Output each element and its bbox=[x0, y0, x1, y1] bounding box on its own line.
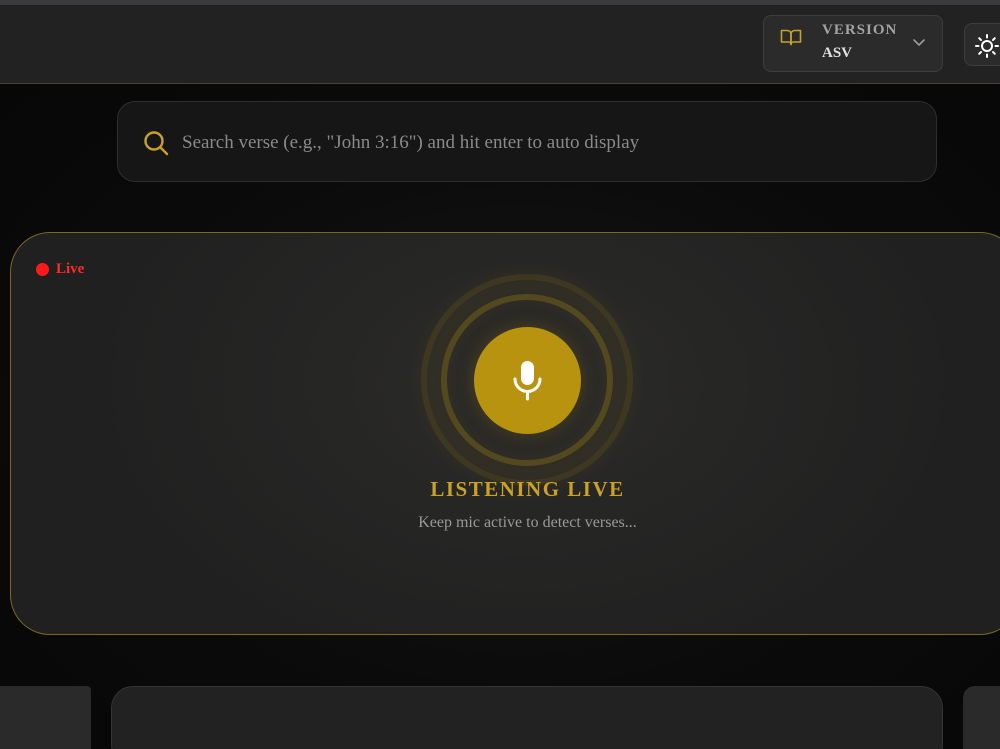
chevron-down-icon bbox=[912, 34, 926, 46]
live-dot-icon bbox=[36, 263, 49, 276]
microphone-button[interactable] bbox=[474, 327, 581, 434]
verse-display-card bbox=[111, 686, 943, 749]
search-box bbox=[117, 101, 937, 182]
book-icon bbox=[780, 28, 802, 46]
left-card bbox=[0, 686, 91, 749]
theme-toggle-button[interactable] bbox=[964, 23, 1000, 66]
listening-title: LISTENING LIVE bbox=[430, 477, 625, 501]
live-indicator: Live bbox=[36, 261, 84, 278]
version-label: VERSION bbox=[822, 22, 898, 38]
header-bar: VERSION ASV bbox=[0, 5, 1000, 84]
right-card bbox=[963, 686, 1000, 749]
app-page: VERSION ASV Search verse (e.g., "John 3:… bbox=[0, 0, 1000, 749]
search-icon bbox=[143, 130, 169, 156]
version-select[interactable]: VERSION ASV bbox=[763, 15, 943, 72]
search-input[interactable] bbox=[180, 126, 904, 160]
listening-subtitle: Keep mic active to detect verses... bbox=[418, 514, 637, 531]
live-status-label: Live bbox=[56, 261, 85, 277]
version-value: ASV bbox=[822, 45, 853, 61]
live-listening-panel: Live LISTENING LIVE Keep mic active to d… bbox=[10, 232, 1000, 635]
